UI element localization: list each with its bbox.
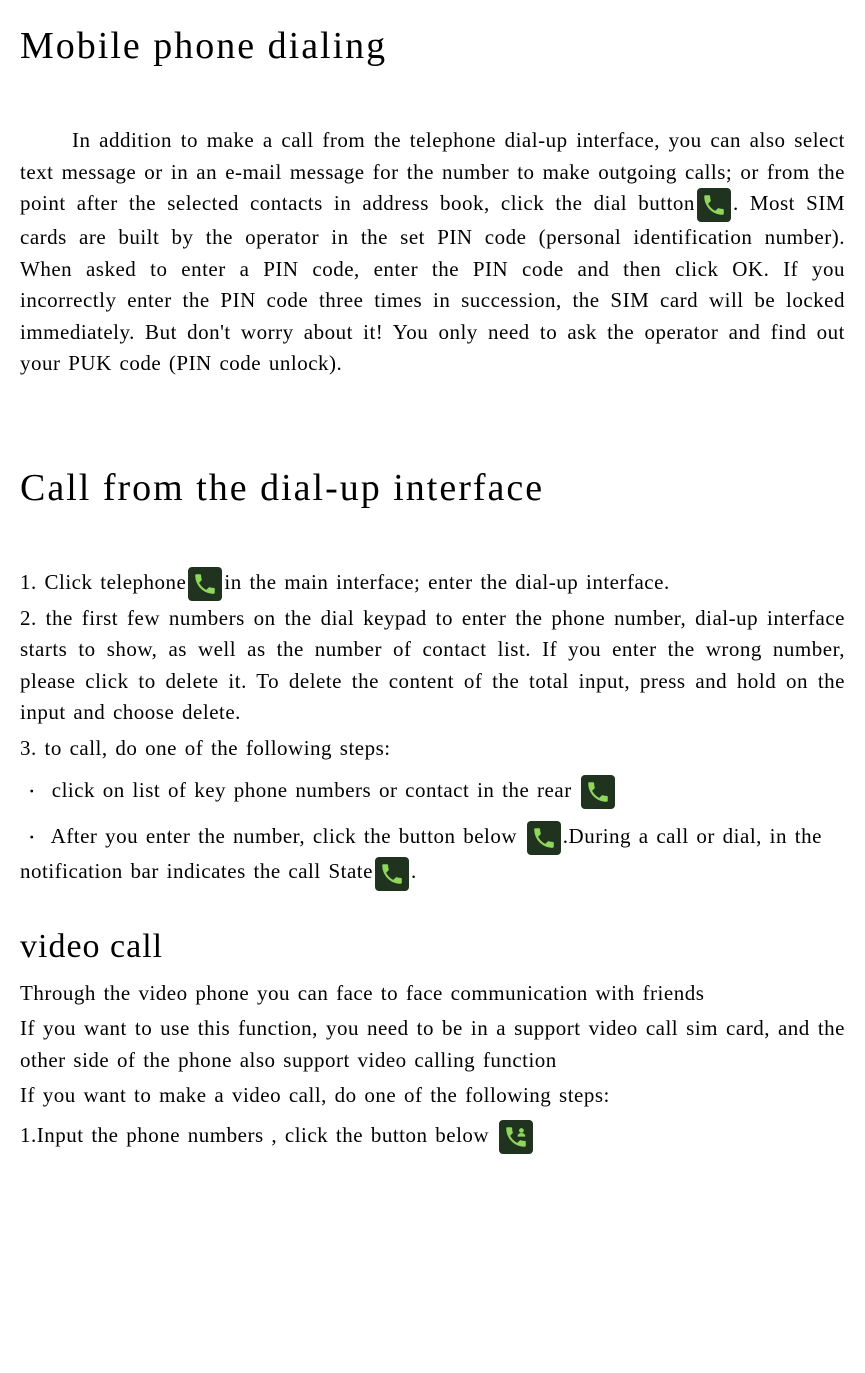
phone-handset-icon <box>581 775 615 809</box>
video-step-1: 1.Input the phone numbers , click the bu… <box>20 1120 845 1154</box>
video-para-3: If you want to make a video call, do one… <box>20 1080 845 1112</box>
phone-handset-icon <box>375 857 409 891</box>
step-2: 2. the first few numbers on the dial key… <box>20 603 845 729</box>
phone-handset-icon <box>188 567 222 601</box>
video-call-icon <box>499 1120 533 1154</box>
bullet-1: · click on list of key phone numbers or … <box>20 774 845 810</box>
bullet-1-text: click on list of key phone numbers or co… <box>52 778 580 802</box>
section-video-heading: video call <box>20 921 845 972</box>
step-3: 3. to call, do one of the following step… <box>20 733 845 765</box>
section-dialup-heading: Call from the dial-up interface <box>20 460 845 517</box>
video-para-2: If you want to use this function, you ne… <box>20 1013 845 1076</box>
phone-handset-icon <box>527 821 561 855</box>
phone-handset-icon <box>697 188 731 222</box>
bullet-2-text-a: After you enter the number, click the bu… <box>51 824 525 848</box>
video-step-1-text: 1.Input the phone numbers , click the bu… <box>20 1123 497 1147</box>
intro-paragraph: In addition to make a call from the tele… <box>20 125 845 380</box>
bullet-dot-icon: · <box>20 774 44 810</box>
page-title: Mobile phone dialing <box>20 18 845 75</box>
step-1: 1. Click telephone in the main interface;… <box>20 567 845 601</box>
bullet-2-text-c: . <box>411 859 417 883</box>
bullet-dot-icon: · <box>20 820 44 856</box>
bullet-2: · After you enter the number, click the … <box>20 820 845 890</box>
step-1-text-a: 1. Click telephone <box>20 570 186 594</box>
step-1-text-b: in the main interface; enter the dial-up… <box>224 570 669 594</box>
video-para-1: Through the video phone you can face to … <box>20 978 845 1010</box>
